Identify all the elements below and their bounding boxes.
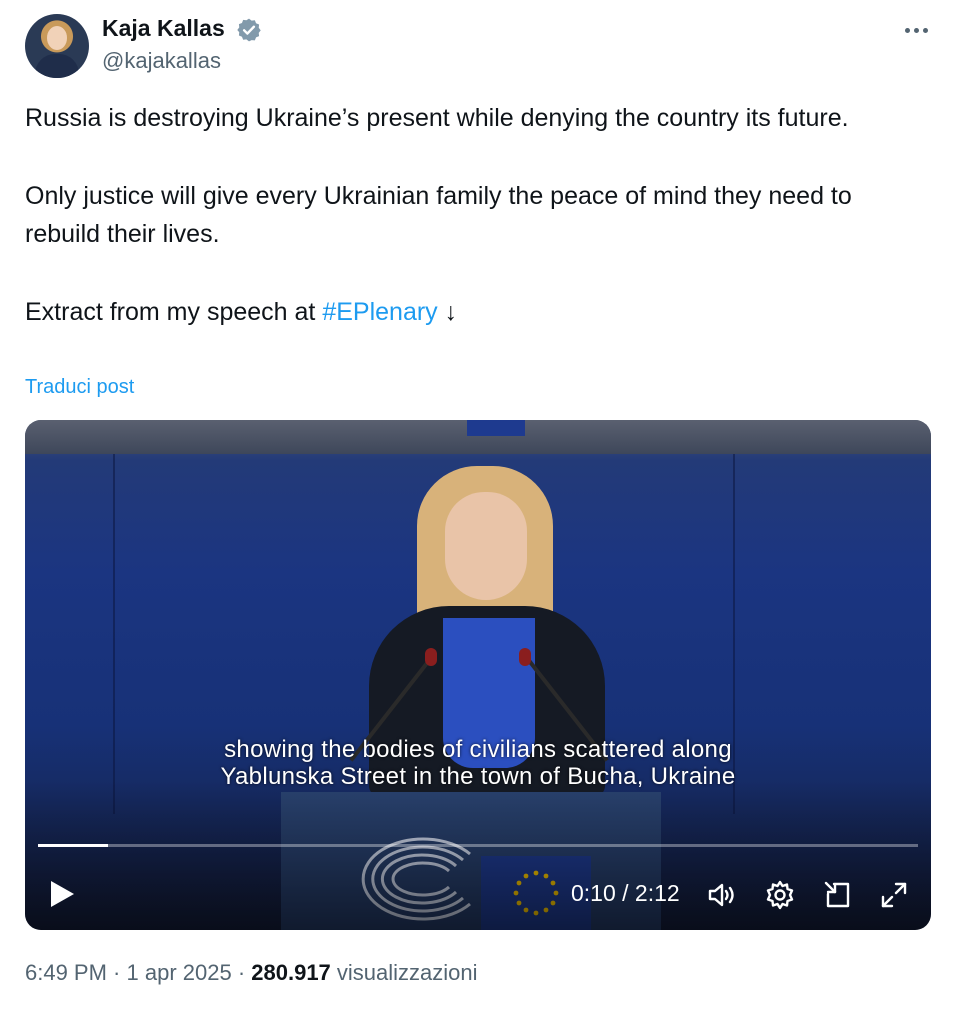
fullscreen-icon[interactable]	[877, 878, 911, 912]
progress-bar[interactable]	[38, 844, 918, 847]
video-player[interactable]: showing the bodies of civilians scattere…	[25, 420, 931, 930]
avatar[interactable]	[25, 14, 89, 78]
extract-prefix: Extract from my speech at	[25, 298, 323, 326]
progress-fill	[38, 844, 109, 847]
view-count: 280.917	[251, 960, 331, 985]
post-time[interactable]: 6:49 PM	[25, 960, 107, 985]
post-date[interactable]: 1 apr 2025	[127, 960, 232, 985]
play-icon[interactable]	[47, 878, 77, 910]
hashtag-link[interactable]: #EPlenary	[322, 298, 437, 326]
video-subtitle: showing the bodies of civilians scattere…	[25, 736, 931, 790]
more-icon[interactable]	[901, 18, 931, 42]
translate-post-link[interactable]: Traduci post	[25, 376, 134, 399]
verified-badge-icon	[237, 18, 261, 42]
views-label: visualizzazioni	[330, 960, 478, 985]
volume-icon[interactable]	[705, 878, 739, 912]
down-arrow: ↓	[437, 298, 458, 326]
eu-flag-top	[467, 420, 525, 436]
author-handle[interactable]: @kajakallas	[102, 48, 221, 74]
tweet-paragraph-2: Only justice will give every Ukrainian f…	[25, 182, 852, 248]
video-time: 0:10 / 2:12	[571, 880, 680, 906]
pip-icon[interactable]	[821, 878, 855, 912]
settings-icon[interactable]	[763, 878, 797, 912]
author-name[interactable]: Kaja Kallas	[102, 15, 225, 42]
separator: ·	[106, 960, 127, 985]
subtitle-line-1: showing the bodies of civilians scattere…	[224, 736, 732, 763]
separator: ·	[231, 960, 252, 985]
tweet-paragraph-1: Russia is destroying Ukraine’s present w…	[25, 104, 849, 132]
subtitle-line-2: Yablunska Street in the town of Bucha, U…	[220, 763, 736, 790]
tweet-text: Russia is destroying Ukraine’s present w…	[25, 99, 925, 331]
tweet-metadata: 6:49 PM · 1 apr 2025 · 280.917 visualizz…	[25, 960, 478, 986]
tweet-paragraph-3: Extract from my speech at #EPlenary ↓	[25, 293, 925, 331]
